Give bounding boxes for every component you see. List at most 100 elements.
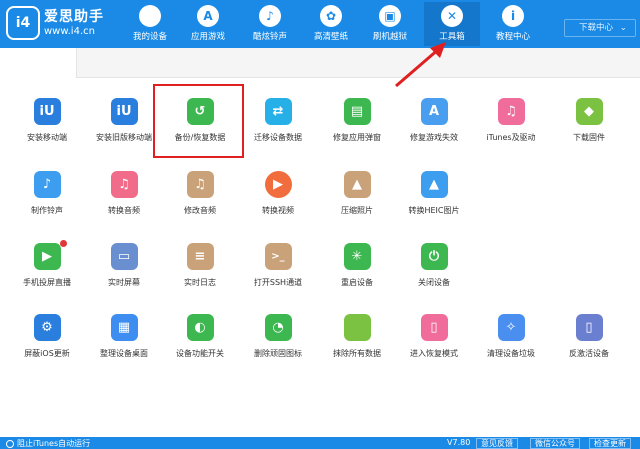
nav-tutorials[interactable]: i 教程中心 (485, 2, 541, 46)
tool-block-ios-update[interactable]: ⚙ 屏蔽iOS更新 (7, 314, 87, 370)
firmware-icon: ◆ (575, 98, 603, 125)
tool-repair-popup[interactable]: ▤ 修复应用弹窗 (317, 98, 397, 154)
tool-convert-heic[interactable]: ▲ 转换HEIC图片 (394, 171, 474, 227)
tool-make-ringtone[interactable]: ♪ 制作铃声 (7, 171, 87, 227)
terminal-icon: >_ (264, 243, 292, 270)
restart-icon: ✳ (343, 243, 371, 270)
tool-deactivate-device[interactable]: ▯ 反激活设备 (549, 314, 629, 370)
tool-realtime-screen[interactable]: ▭ 实时屏幕 (84, 243, 164, 299)
screen-mirror-icon: ▶ (33, 243, 61, 270)
itunes-icon: ♫ (497, 98, 525, 125)
wechat-button[interactable]: 微信公众号 (530, 438, 580, 449)
download-center-label: 下载中心 (579, 23, 614, 33)
tool-label: 修改音频 (184, 206, 216, 215)
heic-icon: ▲ (420, 171, 448, 198)
repair-popup-icon: ▤ (343, 98, 371, 125)
tool-clean-junk[interactable]: ✧ 清理设备垃圾 (471, 314, 551, 370)
tool-convert-audio[interactable]: ♫ 转换音频 (84, 171, 164, 227)
tool-itunes-driver[interactable]: ♫ iTunes及驱动 (471, 98, 551, 154)
tool-label: 实时日志 (184, 278, 216, 287)
annotation-arrow (395, 42, 446, 88)
tool-label: 压缩照片 (341, 206, 373, 215)
tool-repair-game[interactable]: A 修复游戏失效 (394, 98, 474, 154)
version-label: V7.80 (447, 438, 471, 447)
migrate-icon: ⇄ (264, 98, 292, 125)
top-header: i4 爱思助手 www.i4.cn 我的设备 A 应用游戏 ♪ 酷炫铃声 ✿ 高… (0, 0, 640, 48)
tool-label: 转换音频 (108, 206, 140, 215)
status-bar: 阻止iTunes自动运行 V7.80 意见反馈 微信公众号 检查更新 (0, 437, 640, 449)
deactivate-icon: ▯ (575, 314, 603, 341)
tool-erase-all-data[interactable]: 抹除所有数据 (317, 314, 397, 370)
block-itunes-toggle[interactable]: 阻止iTunes自动运行 (6, 438, 90, 449)
tool-label: 安装移动端 (27, 133, 67, 142)
nav-ringtones[interactable]: ♪ 酷炫铃声 (242, 2, 298, 46)
broom-icon: ✧ (497, 314, 525, 341)
tool-restart-device[interactable]: ✳ 重启设备 (317, 243, 397, 299)
tool-label: 修复游戏失效 (410, 133, 458, 142)
notification-dot (60, 240, 67, 247)
nav-label: 我的设备 (132, 32, 167, 42)
tool-migrate-data[interactable]: ⇄ 迁移设备数据 (238, 98, 318, 154)
sub-toolbar (76, 48, 640, 78)
download-center-button[interactable]: 下载中心 ⌄ (564, 19, 636, 37)
tool-label: 下载固件 (573, 133, 605, 142)
tool-label: 修复应用弹窗 (333, 133, 381, 142)
log-icon: ≡ (186, 243, 214, 270)
power-icon: ⏻ (420, 243, 448, 270)
tool-label: 安装旧版移动端 (96, 133, 152, 142)
tool-download-firmware[interactable]: ◆ 下载固件 (549, 98, 629, 154)
flower-icon: ✿ (320, 5, 342, 27)
tool-realtime-log[interactable]: ≡ 实时日志 (160, 243, 240, 299)
bell-icon: ♪ (259, 5, 281, 27)
tool-recovery-mode[interactable]: ▯ 进入恢复模式 (394, 314, 474, 370)
app-store-icon: A (197, 5, 219, 27)
app-window: i4 爱思助手 www.i4.cn 我的设备 A 应用游戏 ♪ 酷炫铃声 ✿ 高… (0, 0, 640, 449)
tool-label: iTunes及驱动 (486, 133, 536, 142)
tool-organize-desktop[interactable]: ▦ 整理设备桌面 (84, 314, 164, 370)
chevron-down-icon: ⌄ (619, 23, 627, 33)
tool-delete-stubborn-icons[interactable]: ◔ 删除顽固图标 (238, 314, 318, 370)
tool-label: 删除顽固图标 (254, 349, 302, 358)
tool-label: 整理设备桌面 (100, 349, 148, 358)
tool-label: 重启设备 (341, 278, 373, 287)
tool-device-toggles[interactable]: ◐ 设备功能开关 (160, 314, 240, 370)
audio-convert-icon: ♫ (110, 171, 138, 198)
tool-label: 关闭设备 (418, 278, 450, 287)
nav-wallpapers[interactable]: ✿ 高清壁纸 (303, 2, 359, 46)
info-icon: i (502, 5, 524, 27)
monitor-icon: ▭ (110, 243, 138, 270)
video-convert-icon: ▶ (264, 171, 292, 198)
nav-apps-games[interactable]: A 应用游戏 (180, 2, 236, 46)
tool-label: 迁移设备数据 (254, 133, 302, 142)
tool-label: 屏蔽iOS更新 (24, 349, 70, 358)
tool-shutdown-device[interactable]: ⏻ 关闭设备 (394, 243, 474, 299)
subbar-left (0, 48, 76, 78)
checkbox-icon (6, 439, 14, 448)
tool-screen-mirror[interactable]: ▶ 手机投屏直播 (7, 240, 87, 299)
tool-label: 抹除所有数据 (333, 349, 381, 358)
tool-label: 打开SSH通道 (253, 278, 303, 287)
brand-title: 爱思助手 (44, 9, 104, 25)
tool-convert-video[interactable]: ▶ 转换视频 (238, 171, 318, 227)
bell-icon: ♪ (33, 171, 61, 198)
tool-edit-audio[interactable]: ♫ 修改音频 (160, 171, 240, 227)
check-update-button[interactable]: 检查更新 (589, 438, 631, 449)
photo-compress-icon: ▲ (343, 171, 371, 198)
i4-logo: i4 (6, 6, 40, 40)
repair-game-icon: A (420, 98, 448, 125)
tool-label: 进入恢复模式 (410, 349, 458, 358)
tool-label: 制作铃声 (31, 206, 63, 215)
block-update-icon: ⚙ (33, 314, 61, 341)
delete-icon-icon: ◔ (264, 314, 292, 341)
toggle-icon: ◐ (186, 314, 214, 341)
tool-compress-photo[interactable]: ▲ 压缩照片 (317, 171, 397, 227)
tool-install-legacy-mobile[interactable]: iU 安装旧版移动端 (84, 98, 164, 154)
feedback-button[interactable]: 意见反馈 (476, 438, 518, 449)
erase-icon (343, 314, 371, 341)
nav-my-device[interactable]: 我的设备 (122, 2, 178, 46)
tool-label: 手机投屏直播 (23, 278, 71, 287)
box-icon: ▣ (379, 5, 401, 27)
tool-open-ssh[interactable]: >_ 打开SSH通道 (238, 243, 318, 299)
tool-install-mobile[interactable]: iU 安装移动端 (7, 98, 87, 154)
tools-icon: ✕ (441, 5, 463, 27)
